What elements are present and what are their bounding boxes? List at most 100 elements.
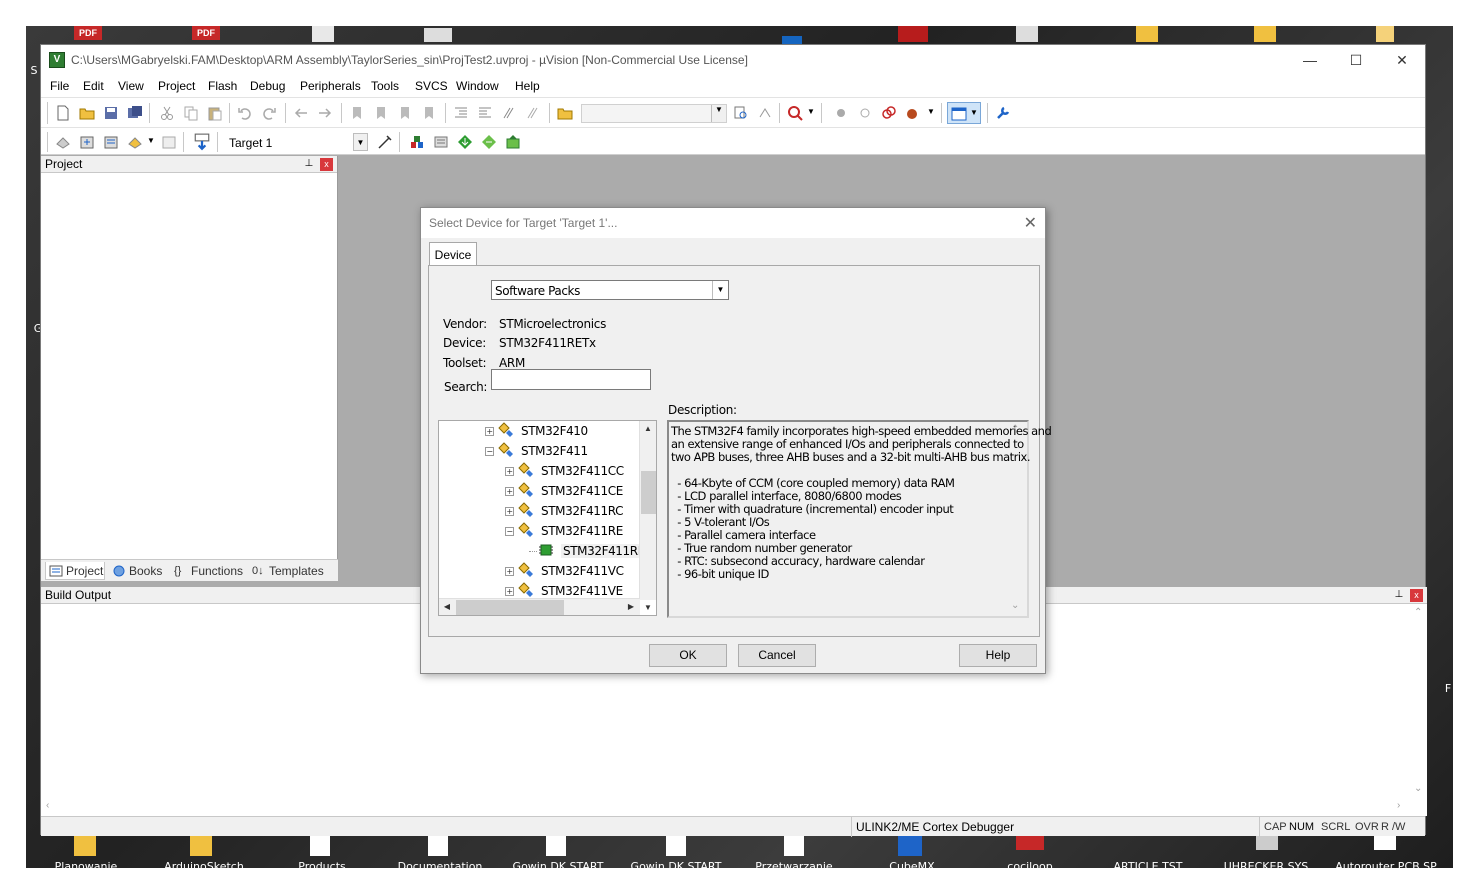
uncomment-icon[interactable]: [525, 105, 541, 121]
cubemx-icon[interactable]: [898, 834, 922, 856]
document-icon[interactable]: [666, 834, 686, 856]
scroll-up-icon[interactable]: ⌃: [1414, 607, 1422, 618]
maximize-button[interactable]: ☐: [1333, 45, 1379, 75]
chevron-down-icon[interactable]: ▼: [353, 133, 368, 151]
scroll-down-icon[interactable]: ⌄: [1414, 783, 1422, 794]
stop-build-icon[interactable]: [161, 134, 177, 150]
document-icon[interactable]: [428, 834, 448, 856]
chevron-down-icon[interactable]: ▼: [807, 107, 815, 116]
chevron-down-icon[interactable]: ▼: [712, 281, 728, 299]
menu-peripherals[interactable]: Peripherals: [300, 79, 361, 93]
expand-icon[interactable]: +: [505, 487, 514, 496]
file-extensions-icon[interactable]: [433, 134, 449, 150]
close-button[interactable]: ✕: [1379, 45, 1425, 75]
select-packs-icon[interactable]: [481, 134, 497, 150]
find-icon[interactable]: [733, 105, 749, 121]
comment-icon[interactable]: [501, 105, 517, 121]
scroll-right-icon[interactable]: ›: [1397, 800, 1400, 811]
pdf-icon[interactable]: PDF: [192, 26, 220, 40]
expand-icon[interactable]: +: [505, 467, 514, 476]
expand-icon[interactable]: +: [505, 567, 514, 576]
tab-templates[interactable]: 0↓ Templates: [249, 562, 324, 580]
tab-books[interactable]: Books: [109, 562, 162, 580]
window-layout-button[interactable]: ▼: [947, 102, 981, 124]
tree-item-stm32f411ret-selected[interactable]: STM32F411RET: [439, 541, 654, 561]
tree-item-stm32f411[interactable]: − STM32F411: [439, 441, 639, 461]
manage-project-items-icon[interactable]: [409, 134, 425, 150]
minimize-button[interactable]: —: [1287, 45, 1333, 75]
tree-item-stm32f411cc[interactable]: + STM32F411CC: [439, 461, 639, 481]
target-options-icon[interactable]: [377, 134, 393, 150]
scroll-down-icon[interactable]: ▼: [640, 600, 656, 615]
file-icon[interactable]: [312, 26, 334, 42]
prev-bookmark-icon[interactable]: [373, 105, 389, 121]
close-panel-button[interactable]: x: [320, 158, 333, 171]
document-icon[interactable]: [1374, 834, 1396, 850]
translate-icon[interactable]: [55, 134, 71, 150]
app-icon-desktop[interactable]: [898, 26, 928, 42]
menu-flash[interactable]: Flash: [208, 79, 237, 93]
indent-icon[interactable]: [453, 105, 469, 121]
undo-icon[interactable]: [237, 105, 253, 121]
scroll-left-icon[interactable]: ◀: [439, 599, 455, 615]
manage-run-time-environment-icon[interactable]: [505, 134, 521, 150]
build-output-vertical-scrollbar[interactable]: ⌃ ⌄: [1410, 605, 1427, 798]
cut-icon[interactable]: [159, 105, 175, 121]
scroll-down-icon[interactable]: ⌄: [1011, 600, 1019, 611]
pdf-icon[interactable]: [1016, 834, 1044, 850]
collapse-icon[interactable]: −: [505, 527, 514, 536]
paste-icon[interactable]: [207, 105, 223, 121]
device-source-select[interactable]: Software Packs ▼: [491, 280, 729, 300]
scroll-up-icon[interactable]: ▲: [640, 421, 656, 437]
rebuild-icon[interactable]: [103, 134, 119, 150]
dialog-title-bar[interactable]: Select Device for Target 'Target 1'... ✕: [421, 208, 1045, 238]
target-select[interactable]: Target 1 ▼: [223, 132, 369, 152]
breakpoint-icon[interactable]: [833, 105, 849, 121]
redo-icon[interactable]: [261, 105, 277, 121]
scrollbar-thumb[interactable]: [456, 600, 564, 615]
disable-breakpoint-icon[interactable]: [857, 105, 873, 121]
build-output-horizontal-scrollbar[interactable]: ‹ ›: [41, 798, 1410, 815]
navigate-back-icon[interactable]: [293, 105, 309, 121]
scrollbar-thumb[interactable]: [641, 471, 656, 514]
scroll-up-icon[interactable]: ⌃: [1011, 424, 1019, 435]
tree-item-stm32f411re[interactable]: − STM32F411RE: [439, 521, 639, 541]
document-icon[interactable]: [784, 834, 804, 856]
folder-icon[interactable]: [190, 834, 212, 856]
clear-bookmarks-icon[interactable]: [421, 105, 437, 121]
navigate-forward-icon[interactable]: [317, 105, 333, 121]
dialog-close-button[interactable]: ✕: [1024, 213, 1037, 233]
folder-icon[interactable]: [74, 834, 96, 856]
save-icon[interactable]: [103, 105, 119, 121]
scroll-right-icon[interactable]: ▶: [623, 599, 639, 615]
menu-edit[interactable]: Edit: [83, 79, 104, 93]
debug-session-icon[interactable]: [787, 105, 803, 121]
device-search-input[interactable]: [491, 369, 651, 390]
folder-icon[interactable]: [1254, 26, 1276, 42]
pack-installer-icon[interactable]: [457, 134, 473, 150]
cancel-button[interactable]: Cancel: [738, 644, 816, 667]
tree-item-stm32f410[interactable]: + STM32F410: [439, 421, 639, 441]
menu-debug[interactable]: Debug: [250, 79, 285, 93]
build-icon[interactable]: [79, 134, 95, 150]
chevron-down-icon[interactable]: ▼: [927, 107, 935, 116]
menu-window[interactable]: Window: [456, 79, 499, 93]
menu-project[interactable]: Project: [158, 79, 195, 93]
title-bar[interactable]: V C:\Users\MGabryelski.FAM\Desktop\ARM A…: [41, 45, 1425, 75]
disable-all-breakpoints-icon[interactable]: [881, 105, 897, 121]
pdf-icon[interactable]: PDF: [74, 26, 102, 40]
app-icon-desktop[interactable]: [424, 28, 452, 42]
tab-project[interactable]: Project: [45, 562, 105, 580]
help-button[interactable]: Help: [959, 644, 1037, 667]
tab-functions[interactable]: {} Functions: [171, 562, 243, 580]
menu-tools[interactable]: Tools: [371, 79, 399, 93]
tree-item-stm32f411rc[interactable]: + STM32F411RC: [439, 501, 639, 521]
unindent-icon[interactable]: [477, 105, 493, 121]
folder-icon[interactable]: [1136, 26, 1158, 42]
incremental-find-icon[interactable]: [757, 105, 773, 121]
collapse-icon[interactable]: −: [485, 447, 494, 456]
expand-icon[interactable]: +: [505, 587, 514, 596]
chevron-down-icon[interactable]: ▼: [147, 136, 155, 145]
find-combo[interactable]: ▼: [581, 104, 727, 123]
device-tree-vertical-scrollbar[interactable]: ▲: [639, 421, 656, 600]
